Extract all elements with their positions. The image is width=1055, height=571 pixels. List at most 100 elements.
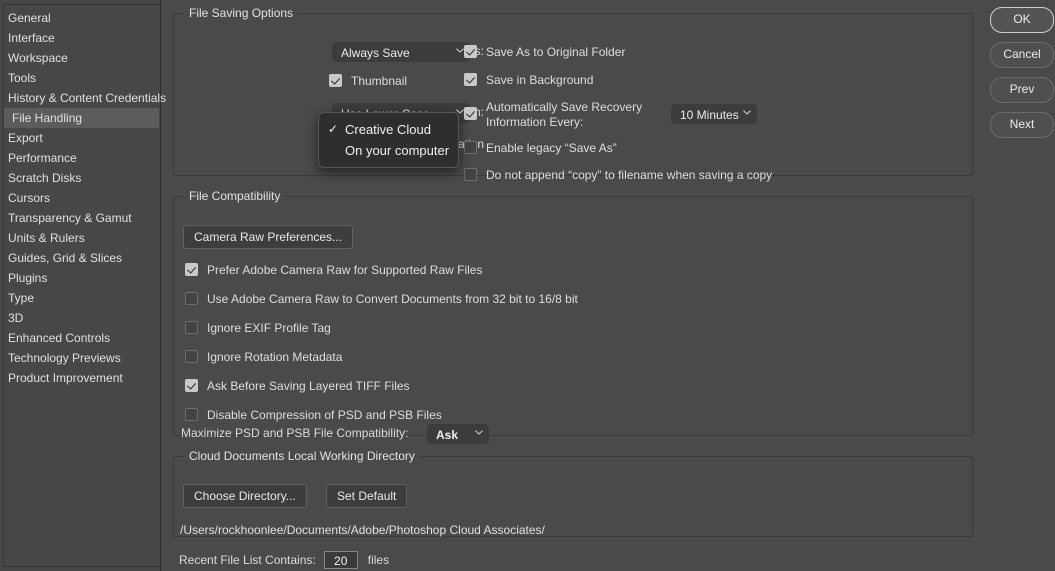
sidebar-item-units-rulers[interactable]: Units & Rulers <box>0 228 160 248</box>
set-default-button[interactable]: Set Default <box>326 484 408 508</box>
sidebar-item-history-content-credentials[interactable]: History & Content Credentials <box>0 88 166 108</box>
file-compatibility-checkbox-row[interactable]: Prefer Adobe Camera Raw for Supported Ra… <box>185 263 578 278</box>
file-compatibility-checkbox[interactable] <box>185 263 198 276</box>
chevron-down-icon <box>743 110 751 117</box>
sidebar-item-label: 3D <box>8 311 24 325</box>
sidebar-item-tools[interactable]: Tools <box>0 68 160 88</box>
sidebar-item-label: Type <box>8 291 35 305</box>
file-compatibility-checkbox-row[interactable]: Ignore Rotation Metadata <box>185 350 578 365</box>
do-not-append-copy-checkbox[interactable] <box>464 168 477 181</box>
sidebar-item-label: File Handling <box>12 111 83 125</box>
image-previews-select[interactable]: Always Save <box>332 42 470 62</box>
save-in-background-checkbox[interactable] <box>464 73 477 86</box>
auto-save-interval-select[interactable]: 10 Minutes <box>671 104 757 124</box>
save-in-background-label: Save in Background <box>486 73 594 87</box>
save-as-original-folder-row[interactable]: Save As to Original Folder <box>464 45 625 60</box>
check-icon: ✓ <box>328 122 339 136</box>
sidebar-item-label: Workspace <box>8 51 68 65</box>
sidebar-list: General Interface Workspace Tools History & … <box>0 8 166 388</box>
sidebar-item-performance[interactable]: Performance <box>0 148 160 168</box>
recent-file-list-label: Recent File List Contains: <box>179 553 316 567</box>
file-compatibility-checkbox-row[interactable]: Ignore EXIF Profile Tag <box>185 321 578 336</box>
file-compatibility-checkbox-row[interactable]: Disable Compression of PSD and PSB Files <box>185 408 578 423</box>
menu-item-label: On your computer <box>345 143 450 158</box>
do-not-append-copy-row[interactable]: Do not append “copy” to filename when sa… <box>464 168 772 183</box>
sidebar-item-label: Product Improvement <box>8 371 123 385</box>
auto-save-interval-value: 10 Minutes <box>680 108 739 122</box>
choose-directory-button[interactable]: Choose Directory... <box>183 484 307 508</box>
sidebar-item-export[interactable]: Export <box>0 128 160 148</box>
auto-save-recovery-label-line1: Automatically Save Recovery <box>486 100 643 114</box>
file-compatibility-checkbox-label: Ask Before Saving Layered TIFF Files <box>207 379 410 393</box>
sidebar-item-guides-grid-slices[interactable]: Guides, Grid & Slices <box>0 248 160 268</box>
menu-item-on-your-computer[interactable]: On your computer <box>319 140 458 161</box>
sidebar-item-transparency-gamut[interactable]: Transparency & Gamut <box>0 208 160 228</box>
thumbnail-label: Thumbnail <box>351 74 408 88</box>
sidebar-item-product-improvement[interactable]: Product Improvement <box>0 368 160 388</box>
preferences-category-sidebar: General Interface Workspace Tools History & … <box>0 0 166 571</box>
file-compatibility-checkbox[interactable] <box>185 350 198 363</box>
sidebar-item-enhanced-controls[interactable]: Enhanced Controls <box>0 328 160 348</box>
sidebar-item-technology-previews[interactable]: Technology Previews <box>0 348 160 368</box>
sidebar-item-label: Performance <box>8 151 77 165</box>
sidebar-item-label: Plugins <box>8 271 48 285</box>
sidebar-item-label: Units & Rulers <box>8 231 85 245</box>
preferences-main-panel: File Saving Options Image Previews: Alwa… <box>161 0 1055 571</box>
sidebar-item-plugins[interactable]: Plugins <box>0 268 160 288</box>
enable-legacy-save-as-checkbox[interactable] <box>464 141 477 154</box>
recent-file-list-row: Recent File List Contains: 20 files <box>179 551 389 569</box>
preferences-dialog: General Interface Workspace Tools History & … <box>0 0 1055 571</box>
enable-legacy-save-as-row[interactable]: Enable legacy “Save As” <box>464 141 617 156</box>
file-compatibility-checkbox-label: Ignore Rotation Metadata <box>207 350 343 364</box>
file-compatibility-checkbox[interactable] <box>185 379 198 392</box>
default-file-location-menu[interactable]: ✓ Creative Cloud On your computer <box>318 112 459 168</box>
sidebar-item-interface[interactable]: Interface <box>0 28 160 48</box>
file-compatibility-legend: File Compatibility <box>189 189 281 203</box>
sidebar-item-cursors[interactable]: Cursors <box>0 188 160 208</box>
save-as-original-folder-checkbox[interactable] <box>464 45 477 58</box>
cloud-working-directory-path: /Users/rockhoonlee/Documents/Adobe/Photo… <box>180 523 545 537</box>
default-file-location-menu-items: ✓ Creative Cloud On your computer <box>319 119 458 161</box>
chevron-down-icon <box>456 48 464 55</box>
chevron-down-icon <box>475 430 483 437</box>
sidebar-item-3d[interactable]: 3D <box>0 308 160 328</box>
file-compatibility-checkbox-label: Prefer Adobe Camera Raw for Supported Ra… <box>207 263 483 277</box>
sidebar-item-label: History & Content Credentials <box>8 91 167 105</box>
sidebar-item-label: Guides, Grid & Slices <box>8 251 123 265</box>
thumbnail-checkbox[interactable] <box>329 74 342 87</box>
file-compatibility-checkbox-list: Prefer Adobe Camera Raw for Supported Ra… <box>185 263 578 437</box>
thumbnail-checkbox-row[interactable]: Thumbnail <box>329 74 407 89</box>
sidebar-item-label: Enhanced Controls <box>8 331 111 345</box>
file-compatibility-checkbox[interactable] <box>185 321 198 334</box>
sidebar-item-type[interactable]: Type <box>0 288 160 308</box>
file-compatibility-checkbox-row[interactable]: Use Adobe Camera Raw to Convert Document… <box>185 292 578 307</box>
do-not-append-copy-label: Do not append “copy” to filename when sa… <box>486 168 773 182</box>
file-compatibility-checkbox-label: Use Adobe Camera Raw to Convert Document… <box>207 292 578 306</box>
file-compatibility-checkbox[interactable] <box>185 408 198 421</box>
auto-save-recovery-row[interactable]: Automatically Save Recovery Information … <box>464 100 642 130</box>
file-compatibility-group: File Compatibility Camera Raw Preference… <box>173 189 973 444</box>
image-previews-value: Always Save <box>341 46 410 60</box>
file-compatibility-checkbox[interactable] <box>185 292 198 305</box>
sidebar-item-label: Export <box>8 131 43 145</box>
menu-item-label: Creative Cloud <box>345 122 431 137</box>
sidebar-item-label: Technology Previews <box>8 351 121 365</box>
maximize-compatibility-label: Maximize PSD and PSB File Compatibility: <box>181 426 409 440</box>
save-as-original-folder-label: Save As to Original Folder <box>486 45 626 59</box>
file-compatibility-checkbox-row[interactable]: Ask Before Saving Layered TIFF Files <box>185 379 578 394</box>
sidebar-item-label: Cursors <box>8 191 51 205</box>
save-in-background-row[interactable]: Save in Background <box>464 73 593 88</box>
file-compatibility-checkbox-label: Disable Compression of PSD and PSB Files <box>207 408 442 422</box>
sidebar-item-workspace[interactable]: Workspace <box>0 48 160 68</box>
maximize-compatibility-select[interactable]: Ask <box>427 424 489 444</box>
sidebar-item-label: Scratch Disks <box>8 171 82 185</box>
sidebar-item-scratch-disks[interactable]: Scratch Disks <box>0 168 160 188</box>
menu-item-creative-cloud[interactable]: ✓ Creative Cloud <box>319 119 458 140</box>
sidebar-item-file-handling[interactable]: File Handling <box>4 108 159 128</box>
auto-save-recovery-checkbox[interactable] <box>464 107 477 120</box>
cloud-documents-legend: Cloud Documents Local Working Directory <box>189 449 415 463</box>
sidebar-item-label: General <box>8 11 51 25</box>
camera-raw-preferences-button[interactable]: Camera Raw Preferences... <box>183 225 354 249</box>
sidebar-item-general[interactable]: General <box>0 8 160 28</box>
recent-file-list-input[interactable]: 20 <box>323 551 358 569</box>
